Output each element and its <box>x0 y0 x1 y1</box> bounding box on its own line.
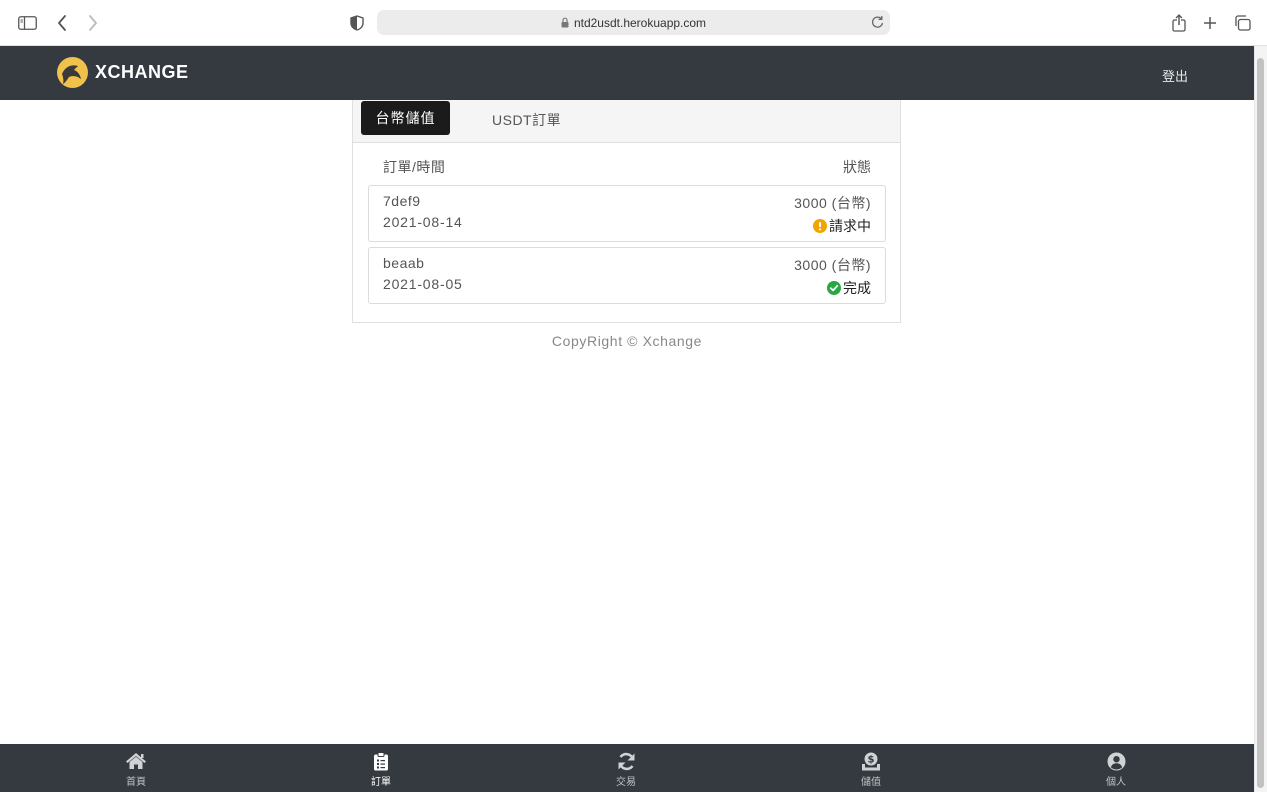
order-date: 2021-08-05 <box>383 276 463 292</box>
nav-item-orders[interactable]: 訂單 <box>341 744 421 792</box>
order-amount: 3000 (台幣) <box>794 257 871 273</box>
status-text: 完成 <box>843 280 871 296</box>
forward-icon[interactable] <box>83 13 103 33</box>
nav-item-home[interactable]: 首頁 <box>96 744 176 792</box>
exclamation-circle-icon <box>813 219 827 233</box>
deposit-icon: $ <box>861 751 881 771</box>
sidebar-icon[interactable] <box>17 13 37 33</box>
sync-icon <box>617 751 636 771</box>
nav-label: 個人 <box>1106 777 1126 788</box>
status-badge: 請求中 <box>813 216 871 236</box>
status-badge: 完成 <box>827 278 871 298</box>
logout-link[interactable]: 登出 <box>1162 66 1188 85</box>
back-icon[interactable] <box>52 13 72 33</box>
svg-text:$: $ <box>868 754 875 765</box>
nav-label: 交易 <box>616 777 636 788</box>
column-header-order-time: 訂單/時間 <box>383 159 446 175</box>
column-header-status: 狀態 <box>843 159 871 175</box>
shield-icon[interactable] <box>347 13 367 33</box>
app-header: XCHANGE 登出 <box>0 46 1254 100</box>
scrollbar-thumb[interactable] <box>1257 58 1264 788</box>
lock-icon <box>561 17 569 28</box>
order-id: 7def9 <box>383 193 421 209</box>
order-date: 2021-08-14 <box>383 214 463 230</box>
table-row[interactable]: beaab 2021-08-05 3000 (台幣) 完成 <box>368 247 886 304</box>
tab-usdt-orders[interactable]: USDT訂單 <box>492 110 561 130</box>
check-circle-icon <box>827 281 841 295</box>
orders-card: 台幣儲值 USDT訂單 訂單/時間 狀態 7def9 2021-08-14 30… <box>352 100 901 323</box>
nav-label: 訂單 <box>371 777 391 788</box>
table-row[interactable]: 7def9 2021-08-14 3000 (台幣) 請求中 <box>368 185 886 242</box>
tab-twd-deposit[interactable]: 台幣儲值 <box>361 101 450 135</box>
status-text: 請求中 <box>829 218 871 234</box>
scrollbar[interactable] <box>1254 46 1267 792</box>
clipboard-icon <box>373 751 389 771</box>
home-icon <box>125 751 147 771</box>
share-icon[interactable] <box>1169 13 1189 33</box>
browser-toolbar: ntd2usdt.herokuapp.com <box>0 0 1267 46</box>
user-circle-icon <box>1107 751 1126 771</box>
order-id: beaab <box>383 255 425 271</box>
bottom-navigation: 首頁 訂單 交易 $ 儲值 個人 <box>0 744 1254 792</box>
tabs-overview-icon[interactable] <box>1232 13 1252 33</box>
new-tab-icon[interactable] <box>1200 13 1220 33</box>
address-bar[interactable]: ntd2usdt.herokuapp.com <box>377 10 890 35</box>
brand-logo-icon[interactable] <box>57 57 88 88</box>
copyright-text: CopyRight © Xchange <box>551 333 703 349</box>
nav-item-profile[interactable]: 個人 <box>1076 744 1156 792</box>
url-text: ntd2usdt.herokuapp.com <box>573 15 707 30</box>
tab-bar: 台幣儲值 USDT訂單 <box>353 100 900 143</box>
nav-item-deposit[interactable]: $ 儲值 <box>831 744 911 792</box>
nav-label: 儲值 <box>861 777 881 788</box>
nav-item-trade[interactable]: 交易 <box>586 744 666 792</box>
order-amount: 3000 (台幣) <box>794 195 871 211</box>
nav-label: 首頁 <box>126 777 146 788</box>
brand-name[interactable]: XCHANGE <box>95 62 189 83</box>
reload-icon[interactable] <box>871 15 884 32</box>
